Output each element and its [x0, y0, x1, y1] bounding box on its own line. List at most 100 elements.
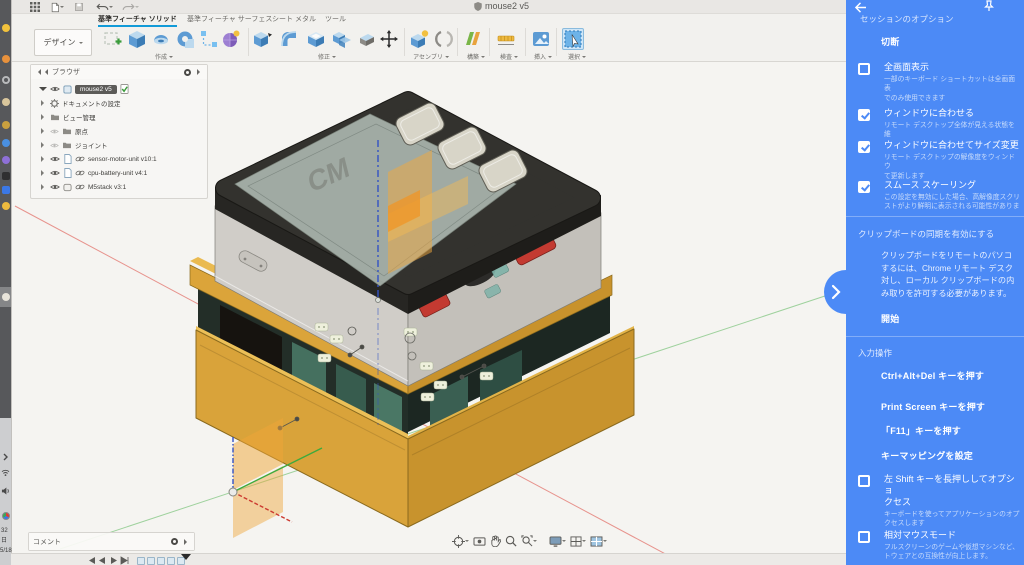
form-tool[interactable] [220, 28, 242, 50]
timeline-playback-controls[interactable] [87, 556, 131, 565]
eye-icon[interactable] [50, 155, 60, 163]
inspect-group-label[interactable]: 検査 [500, 52, 519, 61]
measure-tool[interactable] [495, 28, 517, 50]
tree-row-m5stack[interactable]: M5stack v3:1 [33, 180, 207, 194]
dock-app-icon[interactable] [2, 24, 10, 32]
expand-icon[interactable] [41, 170, 47, 176]
tree-row-joints[interactable]: ジョイント [33, 138, 207, 152]
workspace-selector[interactable]: デザイン [34, 29, 92, 56]
file-menu-icon[interactable] [50, 1, 64, 13]
joint-tool[interactable] [433, 28, 455, 50]
option-label[interactable]: 相対マウスモード [884, 530, 1020, 541]
display-settings-icon[interactable] [549, 535, 566, 547]
pin-icon[interactable] [984, 0, 994, 11]
extrude-tool[interactable] [126, 28, 148, 50]
tree-row-cpu-battery-unit[interactable]: cpu-battery-unit v4:1 [33, 166, 207, 180]
clipboard-start-button[interactable]: 開始 [881, 312, 899, 325]
save-icon[interactable] [74, 1, 84, 13]
relative-mouse-checkbox[interactable] [858, 531, 870, 543]
fillet-tool[interactable] [278, 28, 300, 50]
eye-icon[interactable] [50, 169, 60, 177]
pan-icon[interactable] [490, 535, 501, 547]
expand-icon[interactable] [41, 184, 47, 190]
option-label[interactable]: スムース スケーリング [884, 180, 1020, 191]
tab-surface[interactable]: 基準フィーチャ サーフェス [187, 14, 272, 27]
timeline-feature[interactable] [147, 557, 155, 565]
tab-sheet-metal[interactable]: シート メタル [272, 14, 316, 27]
wifi-icon[interactable] [1, 469, 10, 476]
expand-icon[interactable] [41, 100, 47, 106]
new-component-tool[interactable] [409, 28, 431, 50]
press-pull-tool[interactable] [252, 28, 274, 50]
key-mapping-button[interactable]: キーマッピングを設定 [881, 449, 973, 462]
browser-tray-icon[interactable] [2, 512, 10, 520]
dock-app-icon[interactable] [2, 98, 10, 106]
move-tool[interactable] [378, 28, 400, 50]
f11-key-button[interactable]: 「F11」キーを押す [881, 424, 961, 437]
insert-tool[interactable] [530, 28, 552, 50]
panel-expand-icon[interactable] [184, 538, 190, 545]
dock-app-icon[interactable] [2, 293, 10, 301]
shell-tool[interactable] [305, 28, 327, 50]
dock-app-icon[interactable] [2, 186, 10, 194]
eye-icon[interactable] [50, 85, 60, 93]
panel-options-icon[interactable] [184, 68, 191, 76]
insert-group-label[interactable]: 挿入 [534, 52, 553, 61]
combine-tool[interactable] [331, 28, 353, 50]
ctrl-alt-del-button[interactable]: Ctrl+Alt+Del キーを押す [881, 369, 984, 382]
expand-icon[interactable] [41, 156, 47, 162]
dock-app-icon[interactable] [2, 76, 10, 84]
print-screen-button[interactable]: Print Screen キーを押す [881, 400, 985, 413]
smooth-scaling-checkbox[interactable] [858, 181, 870, 193]
browser-panel-header[interactable]: ブラウザ [31, 65, 207, 79]
resize-to-fit-checkbox[interactable] [858, 141, 870, 153]
sweep-tool[interactable] [174, 28, 196, 50]
undo-icon[interactable] [96, 1, 113, 13]
dock-app-icon[interactable] [2, 139, 10, 147]
tree-row-view-mgmt[interactable]: ビュー管理 [33, 110, 207, 124]
option-label[interactable]: ウィンドウに合わせる [884, 108, 1020, 119]
timeline-feature[interactable] [167, 557, 175, 565]
timeline-feature[interactable] [157, 557, 165, 565]
dock-app-icon[interactable] [2, 156, 10, 164]
select-tool[interactable] [562, 28, 584, 50]
sketch-pattern-tool[interactable] [198, 28, 220, 50]
eye-icon[interactable] [50, 142, 59, 149]
comment-panel[interactable]: コメント [28, 532, 195, 551]
dock-app-icon[interactable] [2, 202, 10, 210]
panel-expand-icon[interactable] [197, 69, 203, 75]
tree-row-origin[interactable]: 原点 [33, 124, 207, 138]
tree-row-sensor-motor-unit[interactable]: sensor-motor-unit v10:1 [33, 152, 207, 166]
timeline-feature[interactable] [137, 557, 145, 565]
modify-group-label[interactable]: 修正 [318, 52, 337, 61]
offset-face-tool[interactable] [356, 28, 378, 50]
viewports-icon[interactable] [590, 535, 607, 547]
left-shift-checkbox[interactable] [858, 475, 870, 487]
redo-icon[interactable] [122, 1, 139, 13]
orbit-icon[interactable] [452, 534, 469, 548]
dock-app-icon[interactable] [2, 121, 10, 129]
fit-icon[interactable] [521, 535, 537, 547]
option-label[interactable]: ウィンドウに合わせてサイズ変更 [884, 140, 1020, 151]
create-sketch-tool[interactable] [102, 28, 124, 50]
root-component-label[interactable]: mouse2 v5 [75, 84, 117, 94]
expand-icon[interactable] [41, 142, 47, 148]
tab-solid[interactable]: 基準フィーチャ ソリッド [98, 14, 177, 27]
zoom-icon[interactable] [505, 535, 517, 547]
back-arrow-icon[interactable] [854, 2, 867, 13]
tab-tools[interactable]: ツール [325, 14, 346, 27]
grid-settings-icon[interactable] [570, 535, 586, 547]
create-group-label[interactable]: 作成 [155, 52, 174, 61]
expand-icon[interactable] [41, 128, 47, 134]
expand-icon[interactable] [41, 114, 47, 120]
eye-icon[interactable] [50, 128, 59, 135]
construct-group-label[interactable]: 構築 [467, 52, 486, 61]
tray-chevron-icon[interactable] [2, 453, 9, 461]
eye-icon[interactable] [50, 183, 60, 191]
speaker-icon[interactable] [1, 487, 10, 495]
tree-root-row[interactable]: mouse2 v5 [33, 82, 207, 96]
revolve-tool[interactable] [150, 28, 172, 50]
shrink-to-fit-checkbox[interactable] [858, 109, 870, 121]
select-group-label[interactable]: 選択 [568, 52, 587, 61]
assemble-group-label[interactable]: アセンブリ [413, 52, 449, 61]
